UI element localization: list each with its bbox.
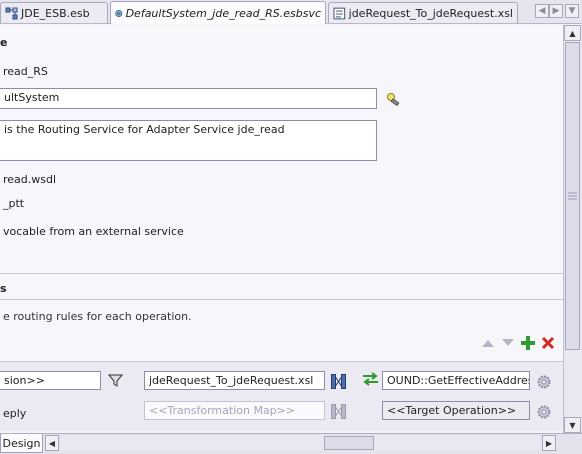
- section-divider: [0, 273, 563, 274]
- reply-transformation-field[interactable]: <<Transformation Map>>: [144, 401, 325, 420]
- tab-jde-esb[interactable]: JDE_ESB.esb: [0, 2, 108, 23]
- triangle-down-icon: [502, 339, 514, 346]
- esb-service-icon: [115, 9, 123, 17]
- port-type-value: _ptt: [3, 197, 25, 210]
- hscroll-right-button[interactable]: ▶: [542, 435, 556, 451]
- reply-label: eply: [3, 407, 27, 420]
- tab-scroll-right-button[interactable]: ▶: [549, 4, 563, 18]
- reply-target-operation-field[interactable]: <<Target Operation>>: [382, 401, 530, 420]
- swap-arrows-icon: [363, 371, 378, 386]
- esb-diagram-icon: [5, 7, 18, 19]
- editor-tab-strip: JDE_ESB.esb DefaultSystem_jde_read_RS.es…: [0, 0, 582, 24]
- xsl-map-icon: [333, 7, 346, 19]
- close-icon: [541, 336, 554, 349]
- reply-target-browse-button[interactable]: [536, 404, 551, 419]
- general-section-header: e: [0, 36, 8, 49]
- service-name-value: read_RS: [3, 65, 48, 78]
- triangle-right-icon: ▶: [545, 438, 553, 448]
- move-down-button[interactable]: [501, 337, 515, 349]
- tab-label: jdeRequest_To_jdeRequest.xsl: [348, 6, 513, 20]
- scrollbar-thumb[interactable]: [565, 42, 580, 350]
- source-operation-field[interactable]: sion>>: [0, 371, 101, 390]
- plus-icon: [520, 335, 535, 350]
- transformation-map-button[interactable]: [330, 373, 347, 390]
- routing-section-header: s: [0, 282, 7, 295]
- gear-icon: [537, 405, 550, 418]
- tab-label: DefaultSystem_jde_read_RS.esbsvc: [125, 6, 321, 20]
- hscroll-left-button[interactable]: ◀: [45, 435, 59, 451]
- scroll-down-button[interactable]: ▼: [564, 417, 581, 433]
- routing-rules-table: sion>> jdeRequest_To_jdeRequest.xsl OUND…: [0, 361, 563, 431]
- vertical-scrollbar[interactable]: ▲ ▼: [563, 25, 582, 434]
- funnel-icon: [108, 374, 123, 387]
- sync-exchange-button[interactable]: [362, 371, 379, 386]
- scroll-up-button[interactable]: ▲: [564, 25, 581, 41]
- tab-design[interactable]: Design: [0, 434, 43, 453]
- horizontal-scroll-track[interactable]: [60, 436, 540, 450]
- tab-scroll-left-button[interactable]: ◀: [535, 4, 549, 18]
- invocable-checkbox-label[interactable]: vocable from an external service: [3, 225, 184, 238]
- add-rule-button[interactable]: [520, 335, 535, 350]
- browse-system-button[interactable]: [386, 92, 402, 106]
- chevron-left-icon: ◀: [538, 6, 546, 16]
- tab-xsl-map[interactable]: jdeRequest_To_jdeRequest.xsl: [328, 2, 518, 23]
- routing-rules-description: e routing rules for each operation.: [3, 310, 192, 323]
- reply-transformation-map-button[interactable]: [330, 403, 347, 420]
- mapper-icon: [331, 374, 346, 389]
- description-field[interactable]: is the Routing Service for Adapter Servi…: [0, 120, 377, 161]
- move-up-button[interactable]: [481, 337, 495, 349]
- mapper-icon: [331, 404, 346, 419]
- transformation-map-field[interactable]: jdeRequest_To_jdeRequest.xsl: [144, 371, 325, 390]
- triangle-up-icon: [482, 340, 494, 347]
- triangle-up-icon: ▲: [569, 28, 576, 38]
- target-operation-field[interactable]: OUND::GetEffectiveAddress: [382, 371, 530, 390]
- tab-label: JDE_ESB.esb: [21, 6, 90, 20]
- filter-button[interactable]: [107, 372, 124, 389]
- chevron-right-icon: ▶: [552, 6, 560, 16]
- tab-list-button[interactable]: ▼: [565, 4, 579, 18]
- delete-rule-button[interactable]: [540, 335, 555, 350]
- tab-defaultsystem-service[interactable]: DefaultSystem_jde_read_RS.esbsvc: [110, 1, 326, 24]
- chevron-down-icon: ▼: [568, 6, 576, 16]
- triangle-down-icon: ▼: [569, 420, 576, 430]
- grip-icon: [568, 192, 577, 200]
- section-divider: [0, 299, 563, 300]
- gear-icon: [537, 375, 550, 388]
- target-operation-browse-button[interactable]: [536, 374, 551, 389]
- hscroll-thumb[interactable]: [324, 436, 374, 450]
- system-field[interactable]: ultSystem: [0, 88, 377, 109]
- triangle-left-icon: ◀: [48, 438, 56, 448]
- editor-bottom-bar: Design ◀ ▶: [0, 433, 582, 454]
- wsdl-file-value: read.wsdl: [3, 173, 57, 186]
- flashlight-icon: [387, 93, 400, 106]
